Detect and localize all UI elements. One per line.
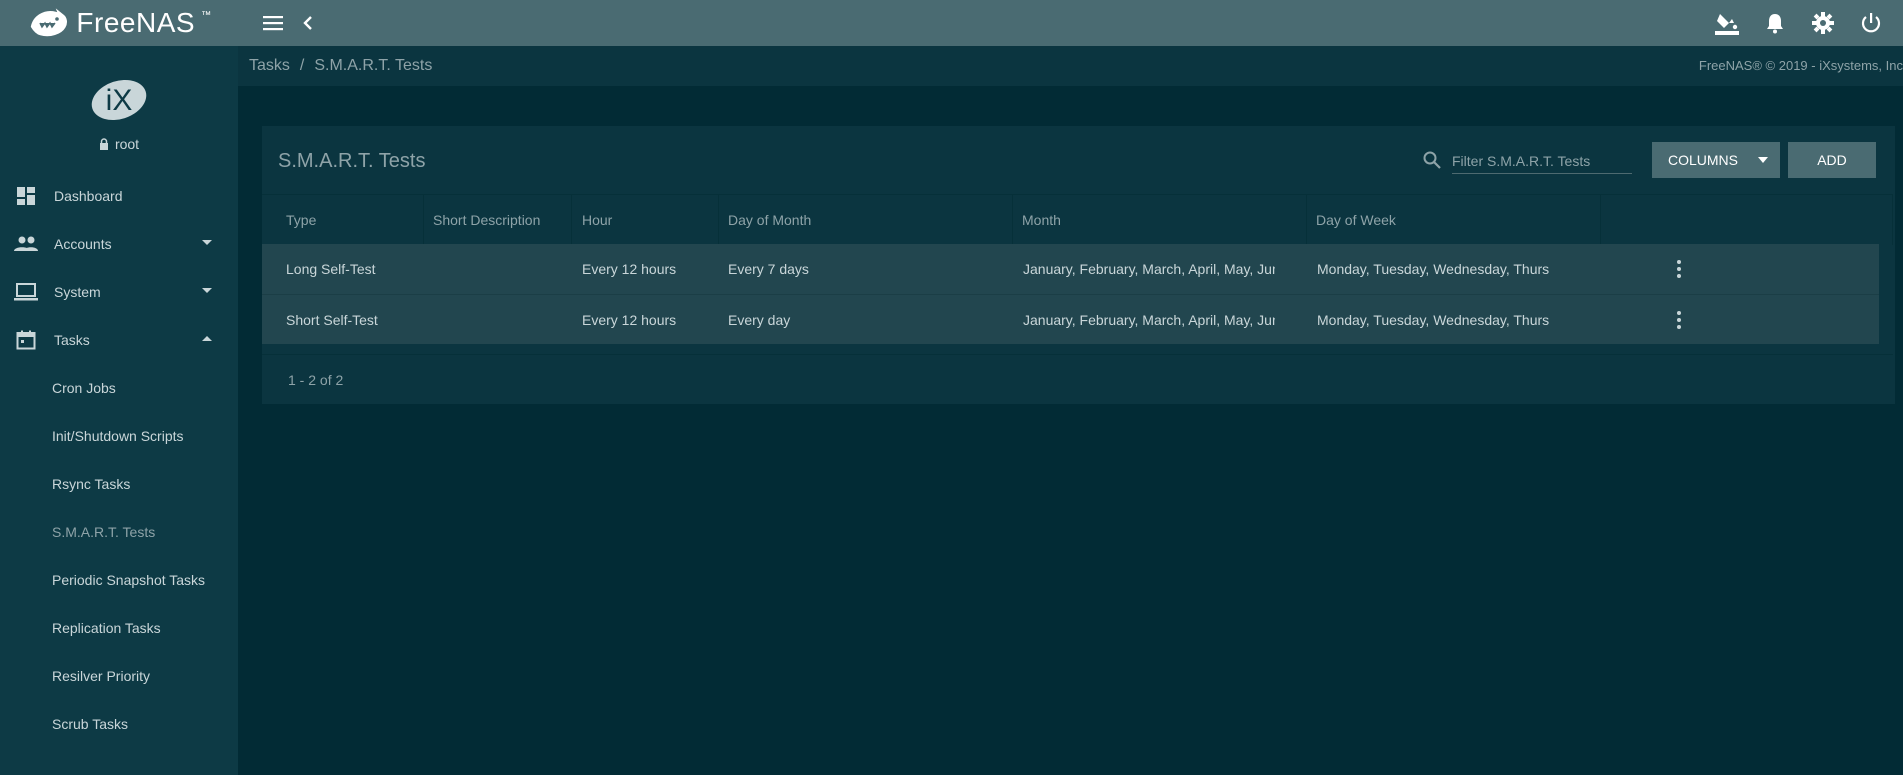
- collapse-sidebar-button[interactable]: [288, 3, 328, 43]
- sidebar-subitem-rsync-tasks[interactable]: Rsync Tasks: [0, 460, 238, 508]
- table-row[interactable]: Short Self-Test Every 12 hours Every day…: [262, 294, 1879, 344]
- search-icon: [1423, 151, 1441, 169]
- sidebar-item-label: Accounts: [54, 236, 112, 252]
- sidebar-item-tasks[interactable]: Tasks: [0, 316, 238, 364]
- collapse-caret-icon: [202, 336, 212, 341]
- lock-icon: [99, 138, 108, 150]
- cell-type: Short Self-Test: [286, 312, 378, 328]
- smart-tests-card: S.M.A.R.T. Tests COLUMNS ADD Type Short …: [262, 126, 1895, 404]
- pagination-range: 1 - 2 of 2: [262, 354, 1893, 404]
- page-title: S.M.A.R.T. Tests: [278, 150, 426, 172]
- add-button[interactable]: ADD: [1788, 142, 1876, 178]
- expand-caret-icon: [202, 288, 212, 293]
- cell-day-of-week: Monday, Tuesday, Wednesday, Thursday: [1317, 261, 1549, 277]
- column-header-day-of-week[interactable]: Day of Week: [1307, 195, 1601, 245]
- sidebar-subitem-init-shutdown-scripts[interactable]: Init/Shutdown Scripts: [0, 412, 238, 460]
- cell-month: January, February, March, April, May, Ju…: [1023, 312, 1275, 328]
- user-name: root: [99, 136, 139, 152]
- theme-button[interactable]: [1707, 3, 1747, 43]
- cell-type: Long Self-Test: [286, 261, 376, 277]
- more-vertical-icon: [1677, 311, 1681, 329]
- menu-icon: [263, 16, 283, 31]
- theme-paint-icon: [1715, 14, 1739, 35]
- columns-button-label: COLUMNS: [1668, 152, 1739, 168]
- people-icon: [12, 232, 40, 256]
- sidebar-subitem-scrub-tasks[interactable]: Scrub Tasks: [0, 700, 238, 748]
- power-button[interactable]: [1851, 3, 1891, 43]
- breadcrumb: Tasks / S.M.A.R.T. Tests FreeNAS® © 2019…: [238, 46, 1903, 86]
- sidebar-subitem-smart-tests[interactable]: S.M.A.R.T. Tests: [0, 508, 238, 556]
- cell-day-of-month: Every day: [728, 312, 791, 328]
- cell-day-of-month: Every 7 days: [728, 261, 809, 277]
- user-box: iX root: [0, 46, 238, 172]
- sidebar-subitem-cron-jobs[interactable]: Cron Jobs: [0, 364, 238, 412]
- column-header-day-of-month[interactable]: Day of Month: [719, 195, 1013, 245]
- breadcrumb-separator: /: [299, 57, 305, 74]
- cell-hour: Every 12 hours: [582, 312, 677, 328]
- row-actions-button[interactable]: [1659, 244, 1699, 294]
- column-header-hour[interactable]: Hour: [572, 195, 719, 245]
- sidebar-subitem-replication-tasks[interactable]: Replication Tasks: [0, 604, 238, 652]
- card-header: S.M.A.R.T. Tests COLUMNS ADD: [262, 126, 1895, 194]
- table-row[interactable]: Long Self-Test Every 12 hours Every 7 da…: [262, 244, 1879, 294]
- trademark: ™: [201, 10, 212, 21]
- user-name-label: root: [114, 136, 140, 152]
- gear-icon: [1812, 12, 1834, 34]
- cell-month: January, February, March, April, May, Ju…: [1023, 261, 1275, 277]
- columns-button[interactable]: COLUMNS: [1652, 142, 1780, 178]
- ix-logo-icon[interactable]: iX: [89, 76, 149, 124]
- breadcrumb-current: S.M.A.R.T. Tests: [314, 57, 433, 74]
- dropdown-arrow-icon: [1758, 157, 1768, 163]
- expand-caret-icon: [202, 240, 212, 245]
- sidebar-item-label: Dashboard: [54, 188, 123, 204]
- cell-day-of-week: Monday, Tuesday, Wednesday, Thursday: [1317, 312, 1549, 328]
- freenas-logo[interactable]: FreeNAS ™: [0, 0, 238, 46]
- cell-hour: Every 12 hours: [582, 261, 677, 277]
- top-toolbar: FreeNAS ™: [0, 0, 1903, 46]
- sidebar-item-label: System: [54, 284, 101, 300]
- sidebar-item-system[interactable]: System: [0, 268, 238, 316]
- chevron-left-icon: [303, 16, 312, 30]
- calendar-icon: [12, 328, 40, 352]
- column-header-month[interactable]: Month: [1013, 195, 1307, 245]
- ix-logo-text: iX: [106, 84, 133, 117]
- sidebar: iX root Dashboard Accounts System Tasks …: [0, 46, 238, 775]
- sidebar-subitem-periodic-snapshot-tasks[interactable]: Periodic Snapshot Tasks: [0, 556, 238, 604]
- sidebar-item-accounts[interactable]: Accounts: [0, 220, 238, 268]
- copyright: FreeNAS® © 2019 - iXsystems, Inc: [1698, 58, 1903, 73]
- sidebar-item-dashboard[interactable]: Dashboard: [0, 172, 238, 220]
- app-name: FreeNAS: [76, 7, 196, 38]
- bell-icon: [1767, 14, 1783, 34]
- breadcrumb-parent[interactable]: Tasks: [249, 57, 290, 75]
- cell-short-description: [424, 244, 572, 294]
- row-actions-button[interactable]: [1659, 295, 1699, 345]
- sidebar-item-label: Tasks: [54, 332, 90, 348]
- column-header-type[interactable]: Type: [262, 195, 424, 245]
- table-header: Type Short Description Hour Day of Month…: [262, 194, 1893, 245]
- laptop-icon: [12, 280, 40, 304]
- dashboard-icon: [12, 184, 40, 208]
- more-vertical-icon: [1677, 260, 1681, 278]
- filter-input[interactable]: [1452, 148, 1632, 174]
- column-header-short-description[interactable]: Short Description: [424, 195, 572, 245]
- sidebar-subitem-resilver-priority[interactable]: Resilver Priority: [0, 652, 238, 700]
- settings-button[interactable]: [1803, 3, 1843, 43]
- shark-logo-icon: [29, 5, 69, 38]
- notifications-button[interactable]: [1755, 3, 1795, 43]
- power-icon: [1861, 13, 1881, 33]
- cell-short-description: [424, 295, 572, 345]
- column-header-actions: [1601, 195, 1893, 245]
